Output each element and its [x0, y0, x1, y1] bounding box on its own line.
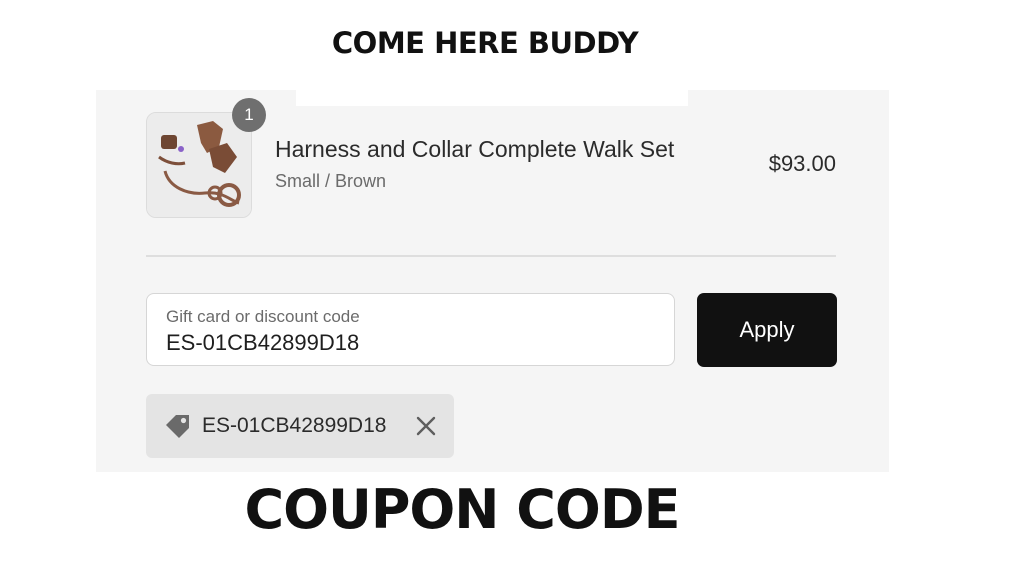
applied-discount-tag: ES-01CB42899D18 — [146, 394, 454, 458]
discount-field-value[interactable]: ES-01CB42899D18 — [166, 330, 359, 356]
discount-code-field[interactable]: Gift card or discount code ES-01CB42899D… — [146, 293, 675, 366]
product-price: $93.00 — [768, 151, 836, 176]
product-title: Harness and Collar Complete Walk Set — [275, 136, 675, 162]
product-image — [147, 113, 251, 217]
product-thumbnail — [146, 112, 252, 218]
apply-button[interactable]: Apply — [697, 293, 837, 367]
brand-title: COME HERE BUDDY — [331, 26, 639, 60]
divider — [146, 255, 836, 257]
tag-icon — [166, 415, 189, 438]
quantity-badge: 1 — [232, 98, 266, 132]
close-icon[interactable] — [414, 414, 438, 438]
applied-code-text: ES-01CB42899D18 — [202, 414, 387, 437]
discount-field-label: Gift card or discount code — [166, 307, 360, 326]
panel-header-overlay — [296, 90, 688, 106]
product-variant: Small / Brown — [275, 171, 387, 191]
caption-title: COUPON CODE — [244, 478, 680, 541]
